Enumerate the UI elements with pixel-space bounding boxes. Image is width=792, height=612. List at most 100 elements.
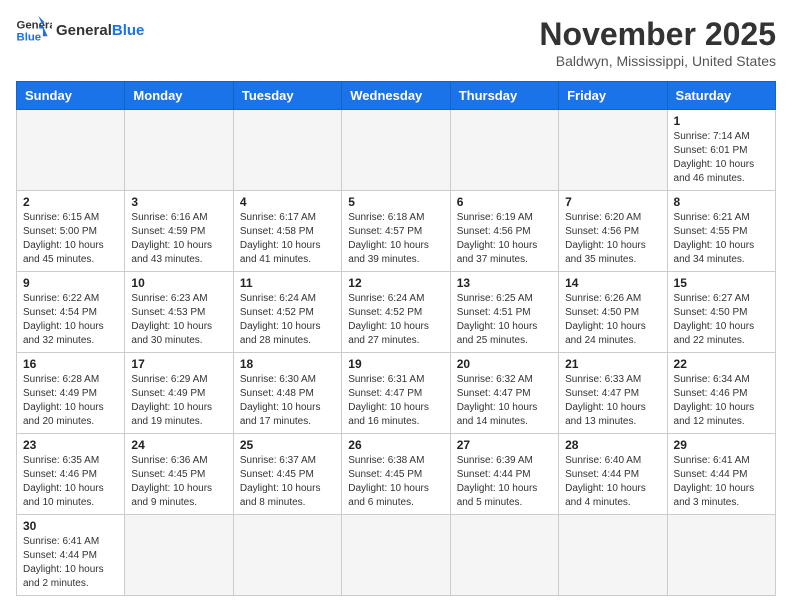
day-sun-info: Sunrise: 6:41 AM Sunset: 4:44 PM Dayligh… xyxy=(674,454,769,510)
day-number: 15 xyxy=(674,276,769,290)
calendar-day-cell: 16 Sunrise: 6:28 AM Sunset: 4:49 PM Dayli… xyxy=(17,353,125,434)
day-number: 18 xyxy=(240,357,335,371)
calendar-day-cell: 29 Sunrise: 6:41 AM Sunset: 4:44 PM Dayli… xyxy=(667,434,775,515)
calendar-day-cell: 13Sunrise: 6:25 AM Sunset: 4:51 PM Dayli… xyxy=(450,272,558,353)
calendar-day-cell: 19 Sunrise: 6:31 AM Sunset: 4:47 PM Dayli… xyxy=(342,353,450,434)
weekday-header-wednesday: Wednesday xyxy=(342,82,450,110)
calendar-day-cell: 30 Sunrise: 6:41 AM Sunset: 4:44 PM Dayli… xyxy=(17,515,125,596)
svg-text:Blue: Blue xyxy=(17,32,42,44)
calendar-day-cell xyxy=(559,110,667,191)
calendar-day-cell: 21Sunrise: 6:33 AM Sunset: 4:47 PM Dayli… xyxy=(559,353,667,434)
day-sun-info: Sunrise: 6:41 AM Sunset: 4:44 PM Dayligh… xyxy=(23,535,118,591)
logo: General Blue GeneralBlue xyxy=(16,16,144,44)
calendar-day-cell: 18 Sunrise: 6:30 AM Sunset: 4:48 PM Dayli… xyxy=(233,353,341,434)
day-number: 6 xyxy=(457,195,552,209)
day-sun-info: Sunrise: 6:40 AM Sunset: 4:44 PM Dayligh… xyxy=(565,454,660,510)
calendar-day-cell: 4 Sunrise: 6:17 AM Sunset: 4:58 PM Daylig… xyxy=(233,191,341,272)
day-sun-info: Sunrise: 6:32 AM Sunset: 4:47 PM Dayligh… xyxy=(457,373,552,429)
calendar-day-cell: 28 Sunrise: 6:40 AM Sunset: 4:44 PM Dayli… xyxy=(559,434,667,515)
calendar-day-cell: 20 Sunrise: 6:32 AM Sunset: 4:47 PM Dayli… xyxy=(450,353,558,434)
calendar-day-cell xyxy=(667,515,775,596)
day-sun-info: Sunrise: 6:19 AM Sunset: 4:56 PM Dayligh… xyxy=(457,211,552,267)
calendar-day-cell: 23Sunrise: 6:35 AM Sunset: 4:46 PM Dayli… xyxy=(17,434,125,515)
day-sun-info: Sunrise: 6:23 AM Sunset: 4:53 PM Dayligh… xyxy=(131,292,226,348)
day-number: 10 xyxy=(131,276,226,290)
day-sun-info: Sunrise: 6:20 AM Sunset: 4:56 PM Dayligh… xyxy=(565,211,660,267)
day-number: 3 xyxy=(131,195,226,209)
calendar-day-cell: 26 Sunrise: 6:38 AM Sunset: 4:45 PM Dayli… xyxy=(342,434,450,515)
day-sun-info: Sunrise: 6:21 AM Sunset: 4:55 PM Dayligh… xyxy=(674,211,769,267)
day-sun-info: Sunrise: 6:37 AM Sunset: 4:45 PM Dayligh… xyxy=(240,454,335,510)
calendar-day-cell: 17Sunrise: 6:29 AM Sunset: 4:49 PM Dayli… xyxy=(125,353,233,434)
calendar-week-row: 1 Sunrise: 7:14 AM Sunset: 6:01 PM Daylig… xyxy=(17,110,776,191)
day-number: 1 xyxy=(674,114,769,128)
calendar-day-cell: 7 Sunrise: 6:20 AM Sunset: 4:56 PM Daylig… xyxy=(559,191,667,272)
day-sun-info: Sunrise: 6:26 AM Sunset: 4:50 PM Dayligh… xyxy=(565,292,660,348)
calendar-day-cell: 27Sunrise: 6:39 AM Sunset: 4:44 PM Dayli… xyxy=(450,434,558,515)
weekday-header-thursday: Thursday xyxy=(450,82,558,110)
day-sun-info: Sunrise: 6:17 AM Sunset: 4:58 PM Dayligh… xyxy=(240,211,335,267)
calendar-day-cell: 25Sunrise: 6:37 AM Sunset: 4:45 PM Dayli… xyxy=(233,434,341,515)
weekday-header-friday: Friday xyxy=(559,82,667,110)
day-sun-info: Sunrise: 6:28 AM Sunset: 4:49 PM Dayligh… xyxy=(23,373,118,429)
weekday-header-row: SundayMondayTuesdayWednesdayThursdayFrid… xyxy=(17,82,776,110)
day-number: 4 xyxy=(240,195,335,209)
day-sun-info: Sunrise: 6:18 AM Sunset: 4:57 PM Dayligh… xyxy=(348,211,443,267)
day-number: 26 xyxy=(348,438,443,452)
calendar-day-cell: 12Sunrise: 6:24 AM Sunset: 4:52 PM Dayli… xyxy=(342,272,450,353)
logo-text: GeneralBlue xyxy=(56,22,144,39)
calendar-day-cell: 8Sunrise: 6:21 AM Sunset: 4:55 PM Daylig… xyxy=(667,191,775,272)
calendar-day-cell: 22 Sunrise: 6:34 AM Sunset: 4:46 PM Dayli… xyxy=(667,353,775,434)
calendar-day-cell xyxy=(233,515,341,596)
day-sun-info: Sunrise: 6:31 AM Sunset: 4:47 PM Dayligh… xyxy=(348,373,443,429)
day-sun-info: Sunrise: 6:16 AM Sunset: 4:59 PM Dayligh… xyxy=(131,211,226,267)
day-number: 24 xyxy=(131,438,226,452)
month-year-title: November 2025 xyxy=(539,16,776,53)
day-sun-info: Sunrise: 6:15 AM Sunset: 5:00 PM Dayligh… xyxy=(23,211,118,267)
day-number: 11 xyxy=(240,276,335,290)
day-sun-info: Sunrise: 6:22 AM Sunset: 4:54 PM Dayligh… xyxy=(23,292,118,348)
day-number: 5 xyxy=(348,195,443,209)
day-number: 12 xyxy=(348,276,443,290)
day-number: 29 xyxy=(674,438,769,452)
day-number: 19 xyxy=(348,357,443,371)
weekday-header-sunday: Sunday xyxy=(17,82,125,110)
day-number: 28 xyxy=(565,438,660,452)
calendar-day-cell xyxy=(342,515,450,596)
calendar-title-area: November 2025 Baldwyn, Mississippi, Unit… xyxy=(539,16,776,69)
day-sun-info: Sunrise: 6:25 AM Sunset: 4:51 PM Dayligh… xyxy=(457,292,552,348)
day-number: 9 xyxy=(23,276,118,290)
day-number: 20 xyxy=(457,357,552,371)
calendar-day-cell: 15 Sunrise: 6:27 AM Sunset: 4:50 PM Dayli… xyxy=(667,272,775,353)
day-sun-info: Sunrise: 6:38 AM Sunset: 4:45 PM Dayligh… xyxy=(348,454,443,510)
day-number: 30 xyxy=(23,519,118,533)
calendar-day-cell xyxy=(125,515,233,596)
calendar-week-row: 23Sunrise: 6:35 AM Sunset: 4:46 PM Dayli… xyxy=(17,434,776,515)
weekday-header-monday: Monday xyxy=(125,82,233,110)
calendar-day-cell xyxy=(233,110,341,191)
calendar-day-cell xyxy=(559,515,667,596)
calendar-day-cell: 1 Sunrise: 7:14 AM Sunset: 6:01 PM Daylig… xyxy=(667,110,775,191)
calendar-day-cell: 10 Sunrise: 6:23 AM Sunset: 4:53 PM Dayli… xyxy=(125,272,233,353)
day-sun-info: Sunrise: 6:36 AM Sunset: 4:45 PM Dayligh… xyxy=(131,454,226,510)
day-sun-info: Sunrise: 6:34 AM Sunset: 4:46 PM Dayligh… xyxy=(674,373,769,429)
calendar-day-cell: 9 Sunrise: 6:22 AM Sunset: 4:54 PM Daylig… xyxy=(17,272,125,353)
calendar-week-row: 2Sunrise: 6:15 AM Sunset: 5:00 PM Daylig… xyxy=(17,191,776,272)
calendar-day-cell xyxy=(125,110,233,191)
location-subtitle: Baldwyn, Mississippi, United States xyxy=(539,53,776,69)
day-sun-info: Sunrise: 6:29 AM Sunset: 4:49 PM Dayligh… xyxy=(131,373,226,429)
calendar-day-cell: 2Sunrise: 6:15 AM Sunset: 5:00 PM Daylig… xyxy=(17,191,125,272)
day-number: 27 xyxy=(457,438,552,452)
day-sun-info: Sunrise: 6:27 AM Sunset: 4:50 PM Dayligh… xyxy=(674,292,769,348)
generalblue-logo-icon: General Blue xyxy=(16,16,52,44)
day-number: 14 xyxy=(565,276,660,290)
day-number: 23 xyxy=(23,438,118,452)
day-sun-info: Sunrise: 6:24 AM Sunset: 4:52 PM Dayligh… xyxy=(240,292,335,348)
day-sun-info: Sunrise: 6:30 AM Sunset: 4:48 PM Dayligh… xyxy=(240,373,335,429)
day-number: 7 xyxy=(565,195,660,209)
day-number: 22 xyxy=(674,357,769,371)
day-number: 16 xyxy=(23,357,118,371)
calendar-header: SundayMondayTuesdayWednesdayThursdayFrid… xyxy=(17,82,776,110)
calendar-week-row: 9 Sunrise: 6:22 AM Sunset: 4:54 PM Daylig… xyxy=(17,272,776,353)
day-sun-info: Sunrise: 7:14 AM Sunset: 6:01 PM Dayligh… xyxy=(674,130,769,186)
